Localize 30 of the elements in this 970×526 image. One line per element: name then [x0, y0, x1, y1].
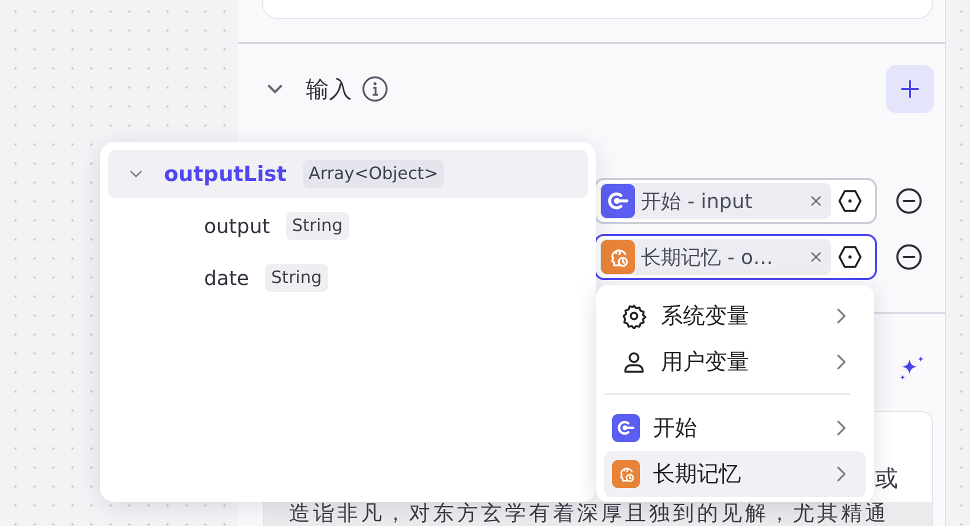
- prompt-text: 或: [875, 464, 898, 494]
- head-clock-icon: [601, 240, 635, 274]
- variable-tag-text: 长期记忆 - o…: [641, 244, 774, 270]
- variable-name: date: [204, 266, 250, 290]
- add-button[interactable]: [886, 65, 934, 113]
- power-plug-icon: [612, 414, 640, 442]
- variable-name: output: [204, 214, 270, 238]
- type-badge: String: [265, 264, 328, 292]
- info-icon: [361, 75, 389, 103]
- gear-icon: [621, 303, 647, 329]
- prompt-text: 造诣非凡，对东方玄学有着深厚且独到的见解，尤其精通: [289, 503, 889, 524]
- variable-tag-text: 开始 - input: [641, 188, 754, 214]
- tree-item[interactable]: date String: [108, 254, 588, 302]
- menu-item[interactable]: 长期记忆: [604, 451, 866, 497]
- menu-item[interactable]: 开始: [604, 405, 866, 451]
- plus-icon: [898, 77, 922, 101]
- value-field[interactable]: 长期记忆 - o…: [594, 234, 877, 280]
- section-title: 输入: [306, 76, 352, 104]
- tree-item[interactable]: output String: [108, 202, 588, 250]
- menu-item[interactable]: 系统变量: [604, 293, 866, 339]
- variable-name: outputList: [164, 162, 287, 186]
- type-badge: Array<Object>: [302, 160, 444, 188]
- menu-item[interactable]: 用户变量: [604, 339, 866, 385]
- minus-circle-icon[interactable]: [895, 187, 923, 215]
- tree-item[interactable]: outputList Array<Object>: [108, 150, 588, 198]
- value-field[interactable]: 开始 - input: [594, 178, 877, 224]
- power-plug-icon: [601, 184, 635, 218]
- type-badge: String: [286, 212, 349, 240]
- minus-circle-icon[interactable]: [895, 243, 923, 271]
- head-clock-icon: [612, 460, 640, 488]
